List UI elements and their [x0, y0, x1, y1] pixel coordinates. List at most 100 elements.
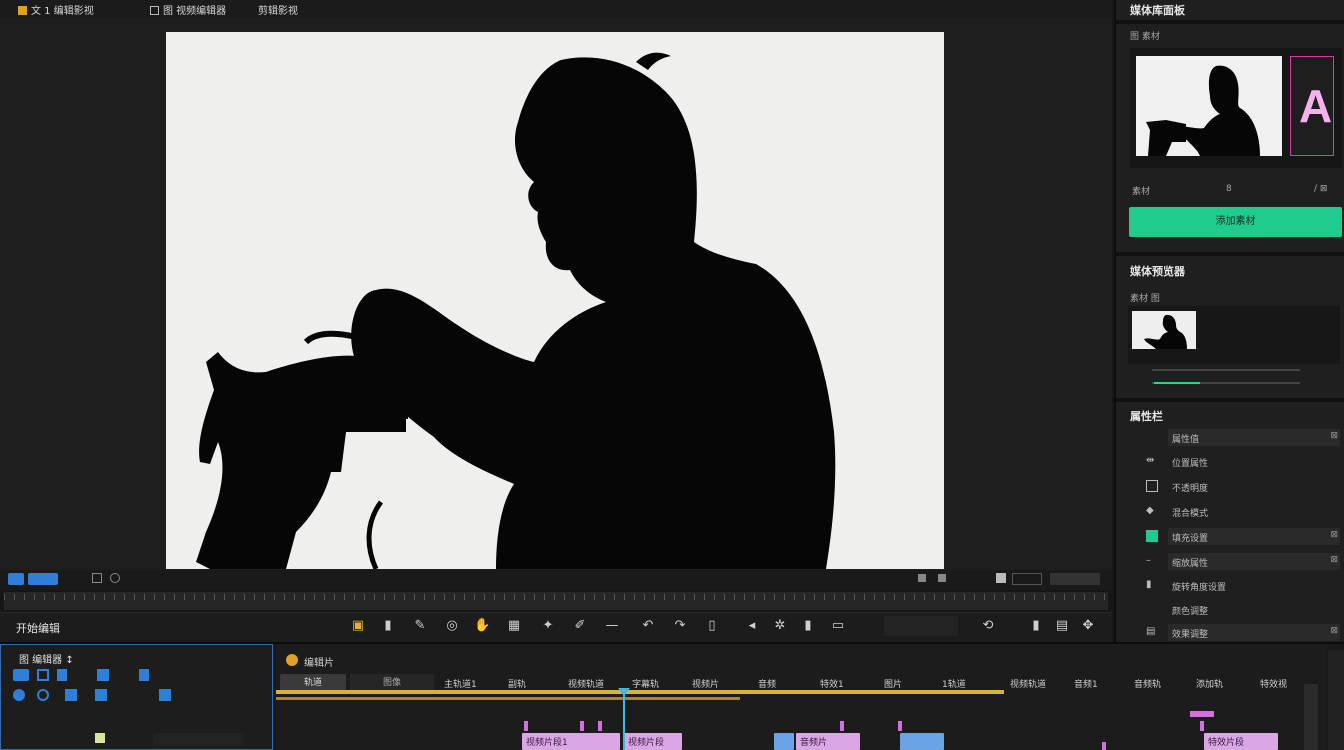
effects-icon[interactable]: [159, 689, 171, 701]
add-media-button[interactable]: 添加素材: [1129, 207, 1342, 237]
sync-icon[interactable]: [95, 689, 107, 701]
next-frame-icon[interactable]: [938, 574, 946, 582]
grid-icon: ▤: [1146, 626, 1156, 637]
zoom-out-icon[interactable]: ◂: [744, 618, 760, 634]
track-mute-icon[interactable]: [97, 669, 109, 681]
work-area-bar[interactable]: [276, 690, 1004, 694]
media-thumbnail[interactable]: [1136, 56, 1282, 156]
preview-subtitle: 素材 图: [1130, 294, 1160, 304]
menu-file[interactable]: 文 1 编辑影视: [18, 2, 94, 17]
select-tool-icon[interactable]: ▣: [350, 618, 366, 634]
clip-marker[interactable]: [580, 721, 584, 731]
waveform-level: [1154, 382, 1200, 384]
clip-marker[interactable]: [898, 721, 902, 731]
property-row[interactable]: 颜色调整: [1118, 600, 1342, 620]
clip-marker[interactable]: [598, 721, 602, 731]
marker-tool-icon[interactable]: ▯: [704, 618, 720, 634]
audio-clip[interactable]: [774, 733, 794, 750]
settings-icon[interactable]: ✥: [1080, 618, 1096, 634]
preview-canvas[interactable]: [166, 32, 944, 569]
menu-editor[interactable]: 图 视频编辑器: [150, 2, 226, 17]
ruler-label: 添加轨: [1196, 680, 1224, 690]
pen-tool-icon[interactable]: ✐: [572, 618, 588, 634]
active-icon: [1146, 530, 1158, 542]
track-visible-icon[interactable]: [37, 669, 49, 681]
magic-tool-icon[interactable]: ✦: [540, 618, 556, 634]
safe-area-icon[interactable]: [92, 573, 102, 583]
blade-tool-icon[interactable]: ▮: [380, 618, 396, 634]
clip-marker[interactable]: [1200, 721, 1204, 731]
zoom-icon[interactable]: [28, 573, 58, 585]
clip-marker[interactable]: [840, 721, 844, 731]
video-clip[interactable]: 音频片: [796, 733, 860, 750]
ruler-label: 音频: [758, 680, 777, 690]
property-row[interactable]: 属性值 ⊠: [1118, 428, 1342, 448]
timecode-field[interactable]: [884, 616, 958, 636]
render-bar: [276, 697, 740, 700]
scrub-bar[interactable]: [4, 592, 1108, 610]
link-icon[interactable]: ▭: [830, 618, 846, 634]
preview-silhouette: [1144, 314, 1187, 349]
ruler-label: 视频轨道: [1010, 680, 1047, 690]
rotate-tool-icon[interactable]: ◎: [444, 618, 460, 634]
ruler-label: 特效1: [820, 680, 844, 690]
video-clip[interactable]: 视频片段1: [522, 733, 620, 750]
video-clip[interactable]: 视频片段: [624, 733, 682, 750]
clip-marker[interactable]: [1190, 711, 1214, 717]
audio-clip[interactable]: [900, 733, 944, 750]
crop-tool-icon[interactable]: ▦: [506, 618, 522, 634]
line-tool-icon[interactable]: —: [604, 618, 620, 634]
property-row[interactable]: 填充设置 ⊠: [1118, 527, 1342, 547]
thumb-meta-right[interactable]: / ⊠: [1314, 184, 1327, 194]
undo-icon[interactable]: ↶: [640, 618, 656, 634]
waveform-track-1: [1152, 369, 1300, 371]
zoom-track-icon[interactable]: [13, 689, 25, 701]
track-audio-icon[interactable]: [57, 669, 67, 681]
track-name-field[interactable]: [153, 733, 243, 745]
timeline-side-strip: [1328, 650, 1344, 750]
track-lock-icon[interactable]: [13, 669, 29, 681]
chevron-down-icon: ⊠: [1330, 431, 1338, 441]
menu-clip[interactable]: 剪辑影视: [258, 2, 298, 17]
minus-icon: –: [1146, 555, 1151, 566]
keyframe-icon[interactable]: [65, 689, 77, 701]
timeline-scrollbar[interactable]: [1304, 684, 1318, 750]
prev-frame-icon[interactable]: [918, 574, 926, 582]
quality-dropdown[interactable]: [1012, 573, 1042, 585]
overlay-icon[interactable]: [110, 573, 120, 583]
property-row[interactable]: ◆ 混合模式: [1118, 502, 1342, 522]
snap-icon[interactable]: ▮: [800, 618, 816, 634]
link-icon: ◆: [1146, 505, 1154, 516]
hand-tool-icon[interactable]: ✋: [474, 618, 490, 634]
render-icon[interactable]: ▤: [1054, 618, 1070, 634]
toolbar-label: 开始编辑: [16, 622, 60, 635]
fullscreen-icon[interactable]: [1050, 573, 1100, 585]
thumb-meta-left: 素材: [1132, 187, 1151, 197]
property-row[interactable]: ▮ 旋转角度设置: [1118, 576, 1342, 596]
preview-thumbnail[interactable]: [1132, 311, 1196, 349]
track-solo-icon[interactable]: [139, 669, 149, 681]
video-clip[interactable]: 特效片段: [1204, 733, 1278, 750]
zoom-in-icon[interactable]: ✲: [772, 618, 788, 634]
property-row[interactable]: 不透明度: [1118, 477, 1342, 497]
export-icon[interactable]: ▮: [1028, 618, 1044, 634]
chevron-down-icon: ⊠: [1330, 626, 1338, 636]
fit-view-icon[interactable]: [8, 573, 24, 585]
loop-icon[interactable]: ⟲: [980, 618, 996, 634]
record-icon[interactable]: [37, 689, 49, 701]
clip-marker[interactable]: [524, 721, 528, 731]
playhead[interactable]: [623, 690, 625, 750]
redo-icon[interactable]: ↷: [672, 618, 688, 634]
top-menu-bar: 文 1 编辑影视 图 视频编辑器 剪辑影视: [0, 0, 1112, 18]
property-row[interactable]: ▤ 效果调整 ⊠: [1118, 623, 1342, 643]
text-template-thumbnail[interactable]: A: [1290, 56, 1334, 156]
ripple-tool-icon[interactable]: ✎: [412, 618, 428, 634]
clip-marker[interactable]: [1102, 742, 1106, 750]
property-row[interactable]: – 缩放属性 ⊠: [1118, 552, 1342, 572]
track-color-icon: [95, 733, 105, 743]
properties-title: 属性栏: [1130, 410, 1163, 423]
adjust-icon: ⇹: [1146, 455, 1155, 466]
ruler-label: 字幕轨: [632, 680, 660, 690]
property-row[interactable]: ⇹ 位置属性: [1118, 452, 1342, 472]
aspect-icon[interactable]: [996, 573, 1006, 583]
